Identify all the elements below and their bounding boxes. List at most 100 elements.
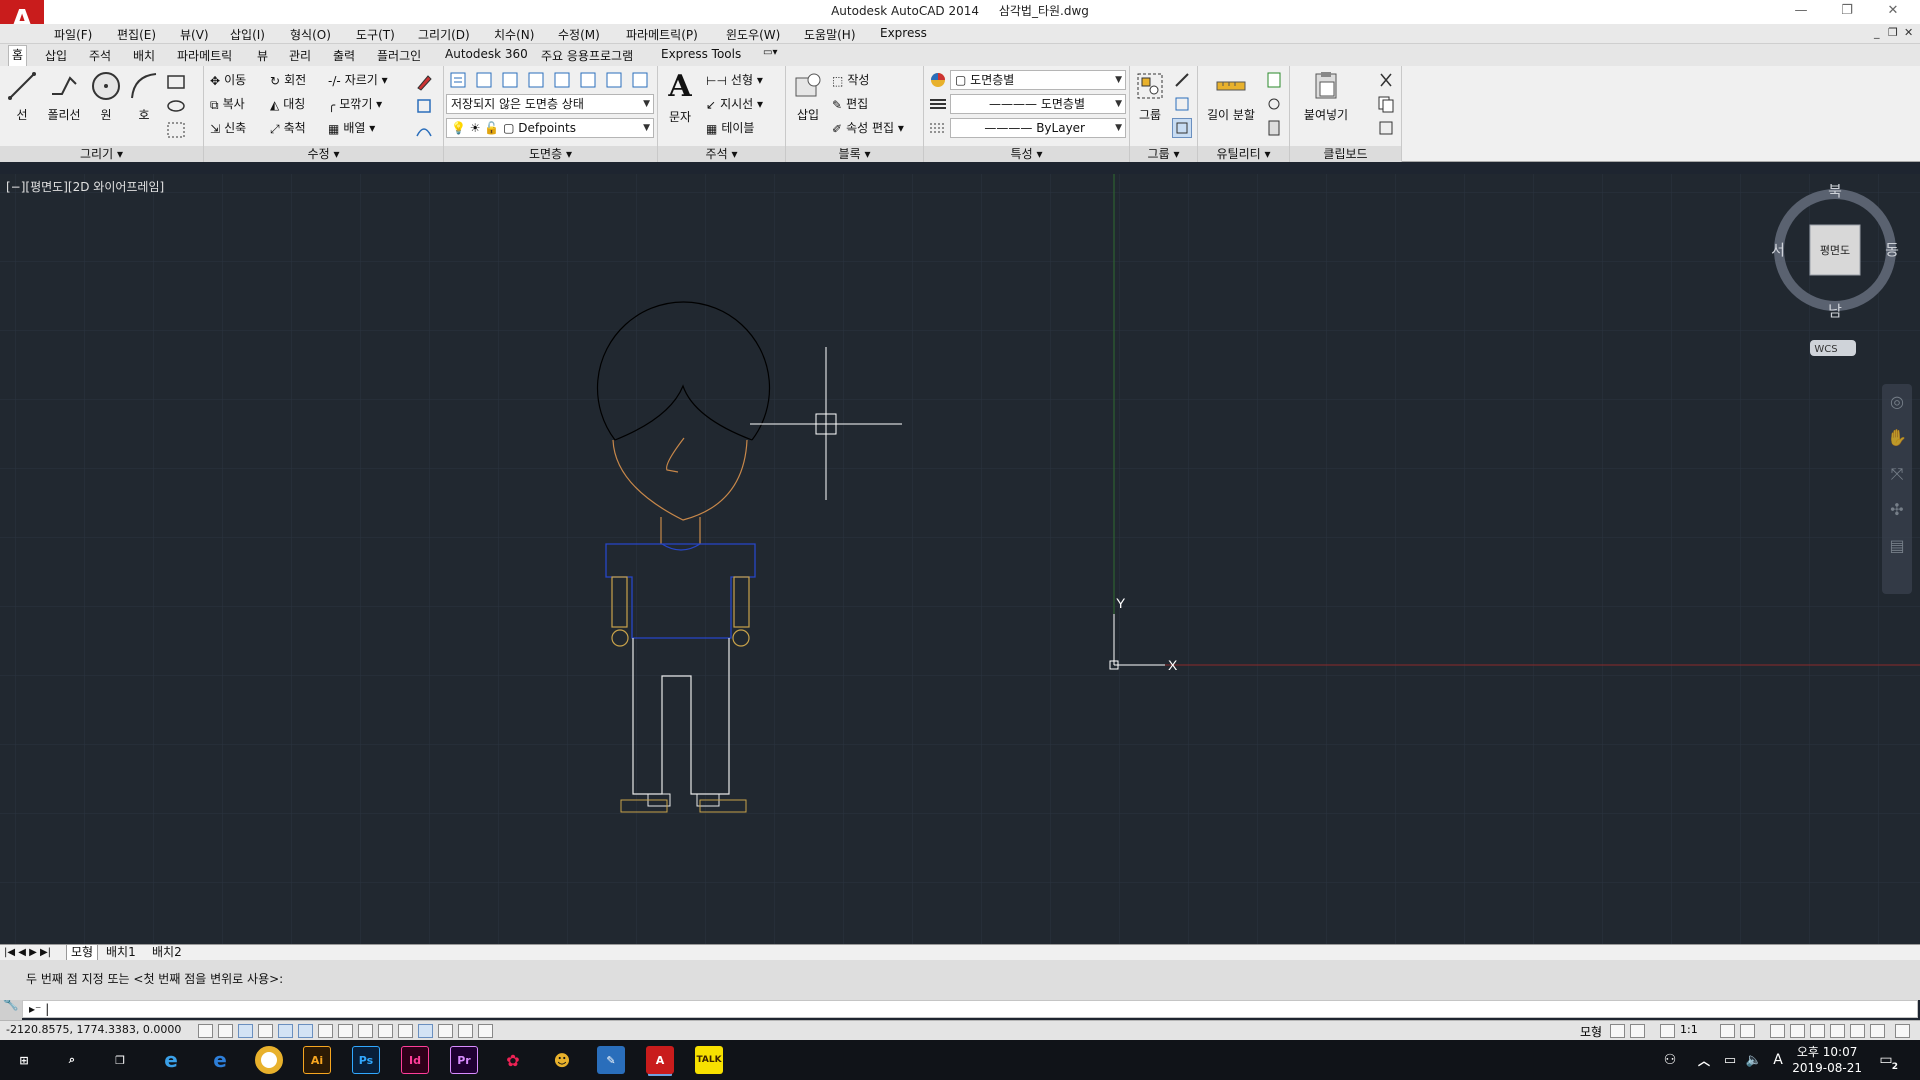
arc-button[interactable]: 호 [126,70,162,123]
people-icon[interactable]: ⚇ [1656,1046,1684,1074]
rotate-button[interactable]: ↻ 회전 [270,70,306,90]
edit-block-button[interactable]: ✎ 편집 [832,94,868,114]
doc-minimize-button[interactable]: _ [1874,26,1880,39]
status-menu-icon[interactable] [1870,1024,1885,1038]
explode-icon[interactable] [414,96,434,116]
properties-panel-title[interactable]: 특성 ▾ [924,146,1129,162]
linear-dim-button[interactable]: ⊢⊣ 선형 ▾ [706,70,763,90]
isolate-objects-icon[interactable] [1830,1024,1845,1038]
block-panel-title[interactable]: 블록 ▾ [786,146,923,162]
tab-manage[interactable]: 관리 [286,47,314,64]
edge-icon[interactable]: e [206,1046,234,1074]
command-input[interactable]: ▸⁻ | [22,1000,1918,1018]
annotation-visibility-icon[interactable] [1720,1024,1735,1038]
tray-chevron-icon[interactable]: ︿ [1690,1046,1718,1074]
menu-help[interactable]: 도움말(H) [804,26,856,43]
object-snap-icon[interactable] [298,1024,313,1038]
clean-screen-icon[interactable] [1850,1024,1865,1038]
layer-dropdown[interactable]: 💡 ☀ 🔓 ▢ Defpoints ▼ [446,118,654,138]
quick-properties-icon[interactable] [438,1024,453,1038]
doc-close-button[interactable]: ✕ [1904,26,1913,39]
notification-center-icon[interactable]: ▭ 2 [1872,1046,1900,1074]
ime-indicator[interactable]: A [1764,1046,1792,1074]
tab-model[interactable]: 모형 [66,945,99,961]
move-button[interactable]: ✥ 이동 [210,70,246,90]
scale-button[interactable]: ⤢ 축척 [270,118,306,138]
showmotion-icon[interactable]: ▤ [1882,528,1912,564]
dynamic-ucs-icon[interactable] [358,1024,373,1038]
menu-window[interactable]: 윈도우(W) [726,26,780,43]
layer-icon-7[interactable] [630,70,650,90]
command-prompt-icon[interactable]: ▸⁻ [29,1002,41,1016]
tab-layout2[interactable]: 배치2 [152,945,182,960]
minimize-button[interactable]: — [1784,0,1818,22]
compass-north[interactable]: 북 [1828,182,1842,200]
windows-start-icon[interactable]: ⊞ [10,1046,38,1074]
draw-panel-title[interactable]: 그리기 ▾ [0,146,203,162]
fillet-button[interactable]: ╭ 모깎기 ▾ [328,94,382,114]
cut-icon[interactable] [1376,70,1396,90]
annotation-monitor-icon[interactable] [478,1024,493,1038]
tab-nav-arrows[interactable]: |◀ ◀ ▶ ▶| [4,945,51,960]
layer-icon-3[interactable] [526,70,546,90]
infer-constraints-icon[interactable] [198,1024,213,1038]
polar-tracking-icon[interactable] [278,1024,293,1038]
paste-button[interactable]: 붙여넣기 [1296,70,1356,123]
3d-object-snap-icon[interactable] [318,1024,333,1038]
layer-icon-5[interactable] [578,70,598,90]
tab-home[interactable]: 홈 [8,45,28,66]
divide-button[interactable]: 길이 분할 [1204,70,1258,123]
illustrator-icon[interactable]: Ai [303,1046,331,1074]
pan-icon[interactable]: ✋ [1882,420,1912,456]
tab-output[interactable]: 출력 [330,47,358,64]
internet-explorer-icon[interactable]: e [157,1046,185,1074]
erase-icon[interactable] [414,72,434,92]
utilities-panel-title[interactable]: 유틸리티 ▾ [1198,146,1289,162]
ribbon-toggle-icon[interactable]: ▭▾ [760,47,780,58]
tab-layout[interactable]: 배치 [130,47,158,64]
tab-layout1[interactable]: 배치1 [106,945,136,960]
linetype-dropdown[interactable]: ———— 도면층별 ▼ [950,94,1126,114]
id-point-icon[interactable] [1264,94,1284,114]
tab-autodesk-360[interactable]: Autodesk 360 [442,47,531,61]
lineweight-icon[interactable] [928,118,948,138]
groups-panel-title[interactable]: 그룹 ▾ [1130,146,1197,162]
premiere-icon[interactable]: Pr [450,1046,478,1074]
tab-parametric[interactable]: 파라메트릭 [174,47,235,64]
group-selection-icon[interactable] [1172,118,1192,138]
quick-view-layouts-icon[interactable] [1610,1024,1625,1038]
menu-tools[interactable]: 도구(T) [356,26,395,43]
menu-modify[interactable]: 수정(M) [558,26,600,43]
auto-scale-icon[interactable] [1740,1024,1755,1038]
system-clock[interactable]: 오후 10:07 2019-08-21 [1792,1044,1862,1076]
insert-block-button[interactable]: 삽입 [790,70,826,123]
menu-draw[interactable]: 그리기(D) [418,26,470,43]
ungroup-icon[interactable] [1172,70,1192,90]
mirror-button[interactable]: ◭ 대칭 [270,94,305,114]
circle-button[interactable]: 원 [88,70,124,123]
object-snap-tracking-icon[interactable] [338,1024,353,1038]
trim-button[interactable]: -/- 자르기 ▾ [328,70,388,90]
selection-cycling-icon[interactable] [458,1024,473,1038]
tab-insert[interactable]: 삽입 [42,47,70,64]
layers-panel-title[interactable]: 도면층 ▾ [444,146,657,162]
copy-button[interactable]: ⧉ 복사 [210,94,245,114]
modify-panel-title[interactable]: 수정 ▾ [204,146,443,162]
menu-dimension[interactable]: 치수(N) [494,26,534,43]
layer-icon-2[interactable] [500,70,520,90]
layer-icon-4[interactable] [552,70,572,90]
autocad-taskbar-icon[interactable]: A [646,1046,674,1074]
leader-button[interactable]: ↙ 지시선 ▾ [706,94,763,114]
array-button[interactable]: ▦ 배열 ▾ [328,118,375,138]
task-view-icon[interactable]: ❐ [106,1046,134,1074]
zoom-icon[interactable]: ⤧ [1882,456,1912,492]
annotation-scale-icon[interactable] [1660,1024,1675,1038]
close-button[interactable]: ✕ [1876,0,1910,22]
tab-plugins[interactable]: 플러그인 [374,47,424,64]
drawing-area[interactable]: Y X 평면도 북 남 동 서 WCS [−][평면도][2D 와이어프레임] … [0,174,1920,944]
model-space-button[interactable]: 모형 [1580,1023,1602,1040]
menu-insert[interactable]: 삽입(I) [230,26,265,43]
group-edit-icon[interactable] [1172,94,1192,114]
layer-icon-6[interactable] [604,70,624,90]
snap-mode-icon[interactable] [218,1024,233,1038]
